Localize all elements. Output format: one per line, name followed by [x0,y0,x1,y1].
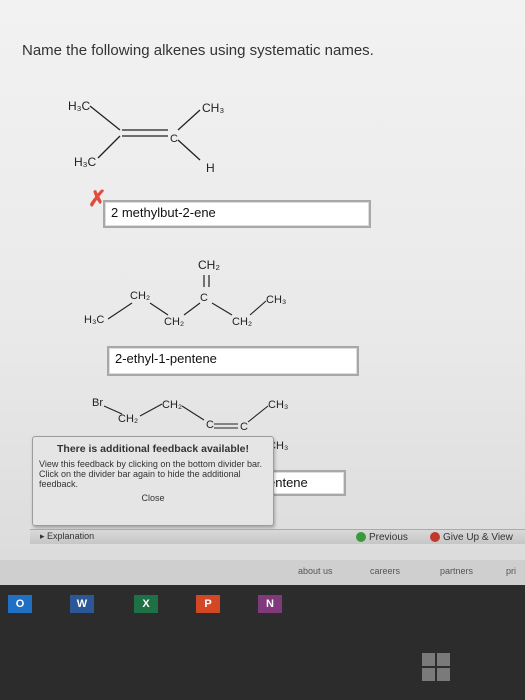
explanation-toggle[interactable]: ▸ Explanation [40,531,94,542]
additional-feedback-popup[interactable]: There is additional feedback available! … [32,436,274,526]
answer-field-1[interactable]: 2 methylbut-2-ene [103,200,371,228]
give-up-label: Give Up & View [443,532,513,543]
mol2-label-ch3-right: CH₃ [266,294,286,306]
mol1-label-top-left: H₃C [68,99,91,113]
molecule-1-structure: H₃C CH₃ H₃C H C [68,99,224,175]
windows-taskbar: O W X P N [0,585,525,700]
mol3-label-ch2-b: CH₂ [118,413,138,425]
mol3-label-ch3-top: CH₃ [268,399,288,411]
mol2-label-h3c: H₃C [84,314,104,326]
powerpoint-icon[interactable]: P [196,595,220,613]
molecule-2-structure: CH₂ C CH₂ CH₃ H₃C CH₂ CH₂ [84,258,286,328]
onenote-icon[interactable]: N [258,595,282,613]
explanation-label: Explanation [47,531,95,541]
mol3-label-ch2-a: CH₂ [162,399,182,411]
excel-icon[interactable]: X [134,595,158,613]
answer-field-3[interactable]: entene [262,470,346,496]
mol1-label-bottom-right: H [206,161,215,175]
previous-label: Previous [369,532,408,543]
mol2-label-c: C [200,292,208,304]
footer-link-privacy[interactable]: pri [506,566,516,576]
footer-link-about[interactable]: about us [298,566,333,576]
answer-field-2[interactable]: 2-ethyl-1-pentene [107,346,359,376]
mol3-label-c2: C [240,421,248,433]
mol1-label-c2: C [170,133,178,145]
mol1-label-bottom-left: H₃C [74,155,97,169]
footer-link-partners[interactable]: partners [440,566,473,576]
feedback-body: View this feedback by clicking on the bo… [39,459,262,489]
outlook-icon[interactable]: O [8,595,32,613]
feedback-close-button[interactable]: Close [33,493,273,503]
question-heading: Name the following alkenes using systema… [22,42,374,59]
mol3-label-br: Br [92,397,103,409]
feedback-title: There is additional feedback available! [57,443,249,455]
give-up-icon [430,532,440,543]
mol3-label-c1: C [206,419,214,431]
footer-link-careers[interactable]: careers [370,566,400,576]
mol2-label-ch2-a: CH₂ [130,290,150,302]
give-up-button[interactable]: Give Up & View [430,532,513,543]
mol2-label-ch2-c: CH₂ [232,316,252,328]
word-icon[interactable]: W [70,595,94,613]
mol2-label-ch2-top: CH₂ [198,258,220,272]
question-page: Name the following alkenes using systema… [0,0,525,576]
mol2-label-ch2-b: CH₂ [164,316,184,328]
previous-icon [356,532,366,543]
triangle-right-icon: ▸ [40,531,45,541]
previous-button[interactable]: Previous [356,532,408,543]
mol1-label-top-right: CH₃ [202,101,224,115]
